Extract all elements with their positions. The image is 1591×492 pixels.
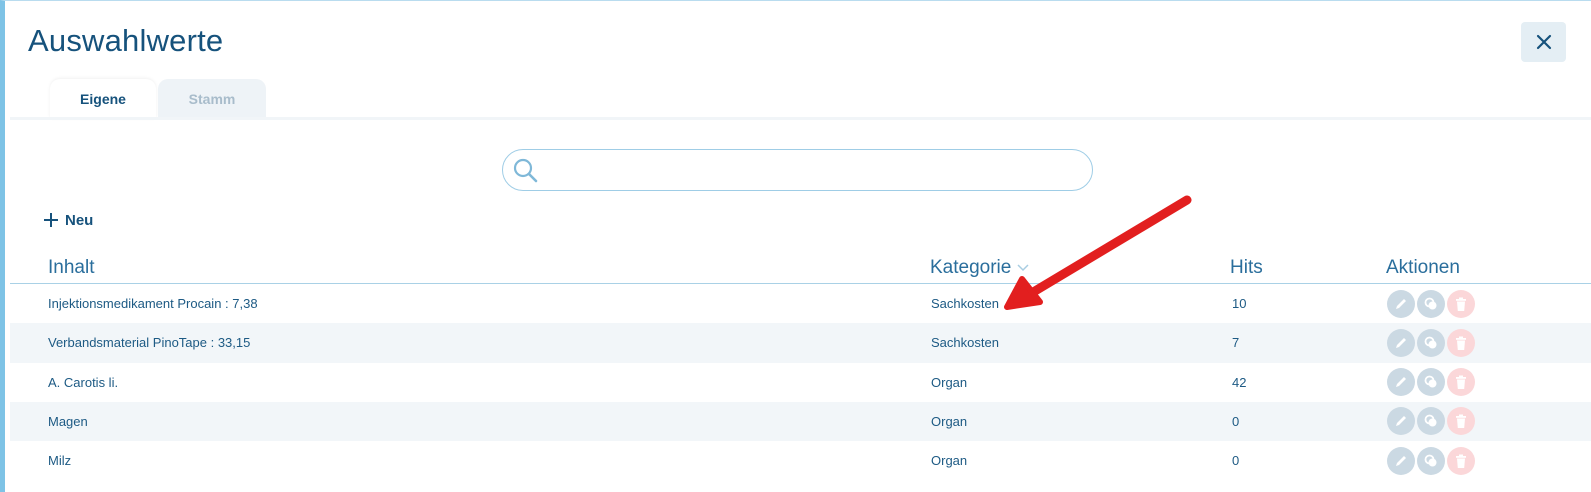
cell-inhalt: Magen [48, 413, 88, 429]
plus-icon [44, 213, 58, 227]
pencil-icon [1396, 298, 1406, 309]
trash-icon [1456, 336, 1466, 350]
cell-kategorie: Sachkosten [931, 335, 999, 351]
cell-aktionen [1387, 363, 1475, 402]
cell-aktionen [1387, 402, 1475, 441]
column-header-hits[interactable]: Hits [1230, 257, 1263, 279]
cell-kategorie: Organ [931, 413, 968, 429]
table-row[interactable]: Magen Organ 0 [10, 401, 1591, 442]
copy-button[interactable] [1417, 368, 1445, 397]
trash-icon [1456, 414, 1466, 429]
close-button[interactable] [1521, 22, 1566, 62]
copy-icon [1424, 375, 1437, 388]
copy-button[interactable] [1417, 328, 1445, 357]
pencil-icon [1396, 337, 1406, 348]
delete-button[interactable] [1447, 407, 1475, 436]
copy-button[interactable] [1417, 407, 1445, 436]
edit-button[interactable] [1387, 407, 1415, 436]
new-button-label: Neu [65, 211, 94, 229]
page-title: Auswahlwerte [28, 23, 224, 58]
new-button[interactable]: Neu [43, 208, 93, 232]
copy-icon [1424, 454, 1437, 467]
table-row[interactable]: Injektionsmedikament Procain : 7,38 Sach… [10, 284, 1591, 323]
pencil-icon [1396, 377, 1406, 388]
dialog-window: Auswahlwerte Eigene Stamm Neu Inhalt Kat… [0, 0, 1591, 492]
table-row[interactable]: A. Carotis li. Organ 42 [10, 363, 1591, 402]
table-row[interactable]: Milz Organ 0 [10, 441, 1591, 480]
cell-hits: 10 [1232, 296, 1247, 311]
delete-button[interactable] [1447, 368, 1475, 397]
tabs-divider [10, 117, 1591, 120]
trash-icon [1456, 375, 1466, 390]
edit-button[interactable] [1387, 289, 1415, 318]
copy-icon [1424, 414, 1437, 427]
chevron-down-icon [1017, 264, 1029, 272]
table-body: Injektionsmedikament Procain : 7,38 Sach… [10, 284, 1591, 480]
cell-aktionen [1387, 284, 1475, 323]
search-icon [513, 158, 538, 183]
edit-button[interactable] [1387, 446, 1415, 475]
column-header-inhalt[interactable]: Inhalt [48, 257, 94, 279]
cell-inhalt: Milz [48, 453, 72, 469]
copy-icon [1424, 297, 1437, 309]
column-header-kategorie[interactable]: Kategorie [930, 257, 1029, 279]
trash-icon [1456, 297, 1466, 311]
delete-button[interactable] [1447, 446, 1475, 475]
delete-button[interactable] [1447, 328, 1475, 357]
cell-inhalt: Verbandsmaterial PinoTape : 33,15 [48, 335, 251, 351]
cell-hits: 7 [1232, 335, 1240, 351]
tab-eigene[interactable]: Eigene [50, 79, 156, 119]
pencil-icon [1396, 416, 1406, 427]
cell-hits: 0 [1232, 453, 1240, 469]
cell-aktionen [1387, 323, 1475, 362]
close-icon [1536, 34, 1551, 50]
cell-kategorie: Organ [931, 453, 968, 469]
search-box[interactable] [502, 149, 1093, 191]
column-header-aktionen: Aktionen [1386, 257, 1460, 278]
search-input[interactable] [544, 151, 1076, 189]
column-header-kategorie-label: Kategorie [930, 257, 1012, 278]
cell-inhalt: A. Carotis li. [48, 374, 119, 390]
cell-hits: 0 [1232, 413, 1240, 429]
delete-button[interactable] [1447, 289, 1475, 318]
copy-button[interactable] [1417, 289, 1445, 318]
table-row[interactable]: Verbandsmaterial PinoTape : 33,15 Sachko… [10, 323, 1591, 363]
copy-button[interactable] [1417, 446, 1445, 475]
trash-icon [1456, 454, 1466, 468]
cell-kategorie: Sachkosten [931, 296, 999, 311]
edit-button[interactable] [1387, 328, 1415, 357]
tab-stamm[interactable]: Stamm [158, 79, 266, 119]
cell-kategorie: Organ [931, 374, 968, 390]
pencil-icon [1396, 455, 1406, 466]
cell-inhalt: Injektionsmedikament Procain : 7,38 [48, 296, 258, 311]
copy-icon [1424, 336, 1437, 349]
cell-hits: 42 [1232, 374, 1247, 390]
edit-button[interactable] [1387, 368, 1415, 397]
cell-aktionen [1387, 441, 1475, 480]
